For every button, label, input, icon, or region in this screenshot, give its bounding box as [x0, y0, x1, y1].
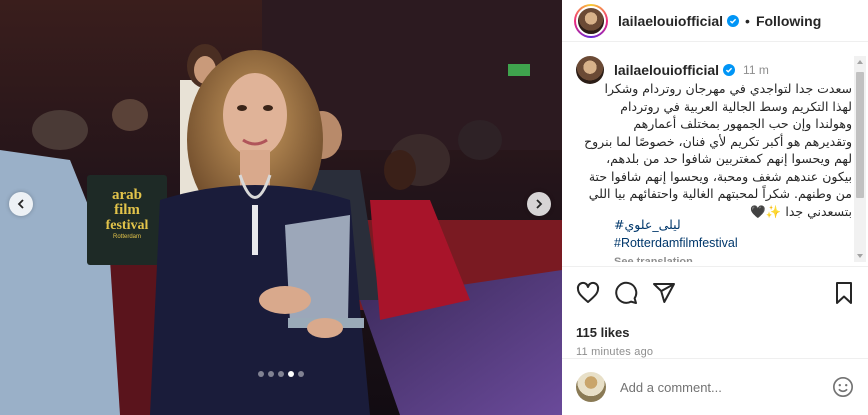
- festival-sign-line-4: Rotterdam: [112, 234, 141, 240]
- verified-badge-icon: [727, 14, 740, 27]
- post-photo: [0, 0, 562, 415]
- see-translation-link[interactable]: See translation: [614, 253, 738, 262]
- hashtag-list: #ليلى_علوي #Rotterdamfilmfestival See tr…: [614, 216, 738, 262]
- following-button[interactable]: Following: [756, 13, 821, 29]
- caption-text: سعدت جدا لتواجدي في مهرجان روتردام وشكرا…: [584, 81, 852, 219]
- next-slide-button[interactable]: [527, 192, 551, 216]
- slide-dot: [268, 371, 274, 377]
- caption-username[interactable]: lailaelouiofficial: [614, 62, 719, 78]
- scroll-down-arrow[interactable]: [857, 254, 863, 258]
- scroll-up-arrow[interactable]: [857, 60, 863, 64]
- avatar[interactable]: [576, 5, 606, 36]
- verified-badge-icon: [723, 64, 736, 76]
- posted-time: 11 minutes ago: [576, 346, 654, 358]
- hashtag-link[interactable]: #ليلى_علوي: [614, 216, 738, 234]
- share-button[interactable]: [652, 281, 676, 305]
- festival-sign-line-1: arab: [112, 187, 142, 203]
- like-button[interactable]: [576, 281, 600, 305]
- post-media[interactable]: arab film festival Rotterdam: [0, 0, 562, 415]
- previous-slide-button[interactable]: [9, 192, 33, 216]
- likes-count[interactable]: 115 likes: [576, 325, 856, 340]
- comment-bubble-icon: [615, 281, 638, 304]
- action-icons: [576, 281, 856, 305]
- heart-icon: [576, 281, 600, 303]
- slide-dot-active: [288, 371, 294, 377]
- caption-time: 11 m: [743, 63, 769, 77]
- bookmark-icon: [836, 282, 852, 304]
- emoji-button[interactable]: [832, 376, 854, 398]
- festival-sign: arab film festival Rotterdam: [97, 188, 157, 241]
- slide-dot: [298, 371, 304, 377]
- comment-button[interactable]: [614, 281, 638, 305]
- hashtag-link[interactable]: #Rotterdamfilmfestival: [614, 234, 738, 252]
- comment-input[interactable]: [620, 379, 832, 395]
- action-bar: 115 likes 11 minutes ago: [562, 266, 868, 358]
- caption-scrollbar[interactable]: [854, 56, 866, 262]
- slide-indicator: [0, 371, 562, 377]
- chevron-right-icon: [536, 199, 543, 209]
- header-username[interactable]: lailaelouiofficial: [618, 13, 723, 29]
- post-header: lailaelouiofficial • Following: [562, 0, 868, 42]
- separator-dot: •: [745, 12, 750, 29]
- post-panel: lailaelouiofficial • Following lailaelou…: [562, 0, 868, 415]
- save-button[interactable]: [832, 281, 856, 305]
- chevron-left-icon: [17, 199, 24, 209]
- comment-composer: [562, 358, 868, 415]
- festival-sign-line-2: film: [114, 202, 140, 218]
- caption-user: lailaelouiofficial 11 m: [614, 62, 769, 78]
- festival-sign-line-3: festival: [105, 218, 149, 233]
- smiley-icon: [833, 377, 853, 397]
- story-ring[interactable]: [574, 3, 608, 38]
- paper-plane-icon: [653, 283, 675, 303]
- slide-dot: [258, 371, 264, 377]
- slide-dot: [278, 371, 284, 377]
- scrollbar-thumb[interactable]: [856, 72, 864, 198]
- viewer-avatar: [576, 372, 606, 402]
- caption-section: lailaelouiofficial 11 m سعدت جدا لتواجدي…: [562, 56, 868, 262]
